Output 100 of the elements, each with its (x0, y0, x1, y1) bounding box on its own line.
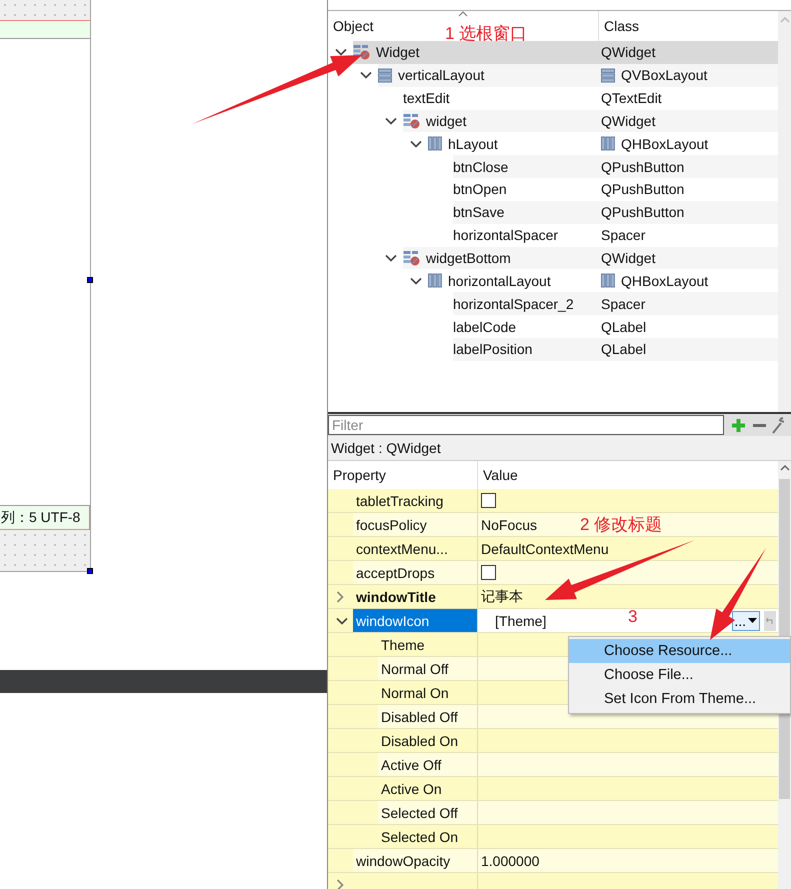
resize-handle[interactable] (87, 568, 93, 574)
object-name: labelCode (453, 318, 516, 335)
status-label: 列：5 UTF-8 (1, 508, 80, 526)
property-name: Disabled Off (378, 705, 478, 728)
chevron-down-icon[interactable] (336, 616, 348, 624)
scrollbar[interactable] (778, 11, 791, 412)
object-name: horizontalSpacer (453, 227, 558, 244)
property-name: focusPolicy (353, 513, 478, 536)
chevron-right-icon[interactable] (336, 878, 344, 889)
tree-row[interactable]: btnOpen QPushButton (453, 178, 778, 201)
object-name: widget (426, 112, 466, 129)
property-row[interactable]: Selected Off (328, 801, 778, 825)
tree-row[interactable]: horizontalSpacer Spacer (453, 224, 778, 247)
object-name: horizontalSpacer_2 (453, 296, 574, 312)
menu-item[interactable]: Choose Resource... (569, 639, 790, 663)
class-name: QPushButton (601, 181, 684, 198)
property-value: NoFocus (481, 516, 538, 532)
column-header[interactable]: Object (333, 18, 374, 34)
checkbox[interactable] (481, 565, 496, 580)
property-row[interactable]: acceptDrops (328, 561, 778, 585)
chevron-down-icon[interactable] (410, 140, 422, 148)
sort-indicator-icon (458, 11, 468, 17)
tree-row[interactable]: widget QWidget (403, 110, 778, 132)
chevron-down-icon[interactable] (384, 116, 396, 125)
checkbox[interactable] (481, 493, 496, 508)
reset-icon[interactable] (764, 610, 776, 630)
chevron-down-icon[interactable] (384, 254, 396, 262)
class-name: Spacer (601, 227, 646, 244)
class-name: QWidget (601, 112, 656, 129)
filter-field[interactable]: Filter (328, 415, 724, 435)
property-row[interactable]: Active Off (328, 753, 778, 777)
vertical-layout-icon (601, 68, 615, 83)
object-name: labelPosition (453, 341, 532, 358)
object-name: hLayout (448, 136, 498, 152)
chevron-down-icon[interactable] (360, 71, 372, 80)
object-name: btnSave (453, 204, 504, 220)
browse-dropdown-button[interactable]: ... (732, 610, 760, 630)
object-name: Widget (376, 44, 420, 60)
property-name: Selected On (378, 825, 478, 848)
chevron-right-icon[interactable] (336, 590, 344, 602)
wrench-icon[interactable] (772, 416, 784, 434)
object-name: btnClose (453, 158, 508, 175)
property-value: DefaultContextMenu (481, 540, 609, 556)
property-row[interactable]: windowTitle 记事本 (328, 585, 778, 609)
property-value: 1.000000 (481, 852, 540, 868)
class-name: QLabel (601, 318, 646, 335)
property-name: windowOpacity (353, 849, 478, 872)
tree-row[interactable]: horizontalSpacer_2 Spacer (453, 292, 778, 316)
scroll-up-icon[interactable] (780, 465, 790, 471)
widget-icon (403, 250, 420, 266)
property-row[interactable]: Active On (328, 777, 778, 801)
property-row[interactable]: tabletTracking (328, 489, 778, 513)
property-row[interactable]: Disabled On (328, 729, 778, 753)
property-name: Normal Off (378, 657, 478, 680)
property-name: Disabled On (378, 729, 478, 752)
tree-row[interactable]: hLayout QHBoxLayout (428, 132, 778, 156)
class-name: QHBoxLayout (621, 136, 708, 152)
tree-row[interactable]: btnClose QPushButton (453, 155, 778, 178)
class-name: QWidget (601, 250, 656, 266)
object-name: horizontalLayout (448, 272, 551, 289)
property-name: Selected Off (378, 801, 478, 824)
property-value: 记事本 (481, 588, 523, 606)
class-name: QHBoxLayout (621, 272, 708, 289)
class-name: QWidget (601, 44, 656, 60)
caret-icon (748, 618, 757, 623)
tree-row[interactable]: horizontalLayout QHBoxLayout (428, 269, 778, 292)
property-name: Active On (378, 777, 478, 800)
tree-row[interactable]: widgetBottom QWidget (403, 246, 778, 270)
widget-icon (403, 112, 420, 129)
tree-row[interactable]: Widget QWidget (353, 41, 778, 64)
property-row[interactable]: contextMenu... DefaultContextMenu (328, 537, 778, 561)
object-title: Widget : QWidget (331, 440, 441, 456)
vertical-layout-icon (378, 68, 392, 83)
class-name: QTextEdit (601, 90, 662, 106)
annotation-label: 2 修改标题 (580, 514, 662, 536)
chevron-down-icon[interactable] (410, 276, 422, 285)
property-name: Theme (378, 633, 478, 656)
property-value: [Theme] (495, 612, 546, 628)
object-name: btnOpen (453, 181, 507, 198)
tree-row[interactable]: labelPosition QLabel (453, 338, 778, 361)
tree-row[interactable]: labelCode QLabel (453, 315, 778, 338)
property-name: tabletTracking (353, 489, 478, 512)
horizontal-layout-icon (601, 273, 615, 288)
object-name: verticalLayout (398, 67, 484, 84)
property-name: Normal On (378, 681, 478, 704)
resize-handle[interactable] (87, 277, 93, 283)
property-name: windowTitle (353, 585, 478, 608)
property-name: windowIcon (353, 609, 478, 632)
property-row[interactable]: Selected On (328, 825, 778, 849)
annotation-label: 3 (628, 607, 638, 627)
object-name: widgetBottom (426, 250, 511, 266)
class-name: Spacer (601, 296, 646, 312)
tree-row[interactable]: textEdit QTextEdit (403, 86, 778, 110)
horizontal-layout-icon (428, 136, 442, 152)
tree-row[interactable]: verticalLayout QVBoxLayout (378, 64, 778, 87)
chevron-down-icon[interactable] (334, 48, 346, 56)
horizontal-layout-icon (428, 273, 442, 288)
property-row[interactable]: windowOpacity 1.000000 (328, 849, 778, 873)
column-header[interactable]: Value (478, 467, 518, 483)
tree-row[interactable]: btnSave QPushButton (453, 200, 778, 224)
